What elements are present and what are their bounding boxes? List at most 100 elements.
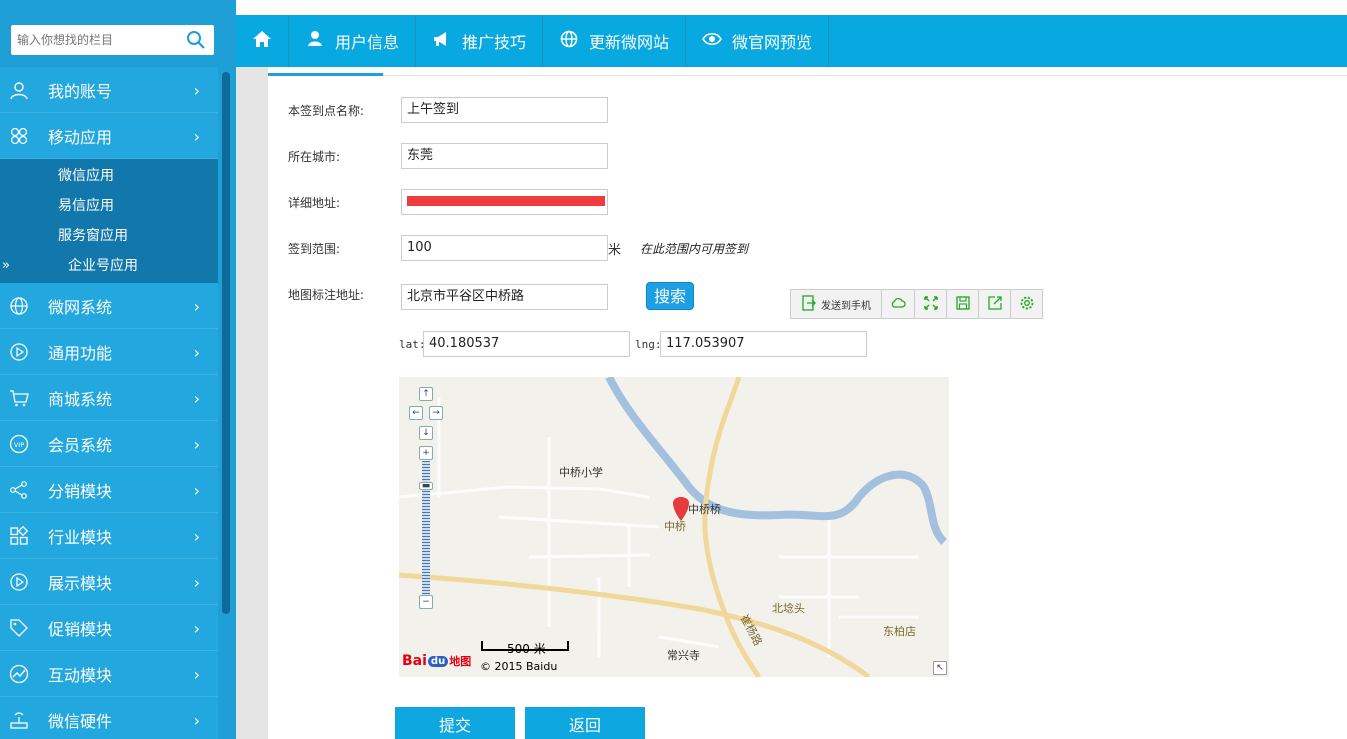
search-icon[interactable]	[186, 30, 206, 50]
main-content: 本签到点名称: 上午签到 所在城市: 东莞 详细地址: 签到范围: 100 米 …	[268, 67, 1347, 739]
lat-input[interactable]: 40.180537	[423, 331, 630, 357]
sidebar-search	[11, 25, 214, 55]
blocks-icon	[0, 525, 38, 546]
trend-icon	[0, 664, 38, 684]
fullscreen-button[interactable]	[915, 290, 947, 318]
sidebar-item-display[interactable]: 展示模块 ›	[0, 559, 218, 605]
submenu-item-wechat[interactable]: 微信应用	[0, 161, 218, 191]
active-tab-indicator	[268, 73, 383, 76]
map-address-label: 地图标注地址:	[288, 288, 365, 302]
submit-button[interactable]: 提交	[395, 707, 515, 739]
router-icon	[0, 710, 38, 730]
save-icon	[955, 295, 971, 314]
export-button[interactable]	[979, 290, 1011, 318]
city-input[interactable]: 东莞	[401, 143, 608, 169]
chevron-right-icon: ›	[193, 665, 200, 684]
map-view[interactable]: 中桥小学 中桥桥 中桥 北埝头 东柏店 常兴寺 崔杨路 ↑ ← → ↓ + ▬ …	[399, 377, 949, 677]
submenu-item-enterprise[interactable]: » 企业号应用	[0, 251, 218, 281]
sidebar-item-shop[interactable]: 商城系统 ›	[0, 375, 218, 421]
map-expand-icon[interactable]: ↖	[933, 661, 947, 675]
pan-up-button[interactable]: ↑	[419, 387, 433, 401]
share-toolbar: 发送到手机	[790, 289, 1043, 319]
sidebar-item-distribution[interactable]: 分销模块 ›	[0, 467, 218, 513]
range-hint: 在此范围内可用签到	[640, 242, 749, 256]
map-label-dongbai: 东柏店	[883, 625, 916, 638]
sidebar-item-label: 微网系统	[48, 297, 113, 317]
tab-promotion-tips[interactable]: 推广技巧	[416, 15, 544, 67]
eye-icon	[702, 29, 732, 53]
tab-label: 用户信息	[335, 33, 400, 52]
range-input[interactable]: 100	[401, 235, 608, 261]
range-label: 签到范围:	[288, 242, 341, 256]
tab-label: 推广技巧	[462, 33, 527, 52]
lat-label: lat:	[399, 338, 426, 351]
send-to-phone-button[interactable]: 发送到手机	[791, 290, 882, 318]
tab-label: 微官网预览	[732, 33, 813, 52]
pan-down-button[interactable]: ↓	[419, 426, 433, 440]
zoom-slider-handle[interactable]: ▬	[419, 482, 433, 491]
lng-input[interactable]: 117.053907	[660, 331, 867, 357]
home-button[interactable]	[236, 15, 289, 67]
gear-icon	[1019, 295, 1035, 314]
sidebar-item-promotion[interactable]: 促销模块 ›	[0, 605, 218, 651]
pan-left-button[interactable]: ←	[409, 406, 423, 420]
user-icon	[0, 80, 38, 100]
pan-right-button[interactable]: →	[429, 406, 443, 420]
megaphone-icon	[432, 29, 462, 53]
submenu-item-label: 企业号应用	[68, 258, 138, 274]
tag-icon	[0, 618, 38, 638]
map-address-input[interactable]: 北京市平谷区中桥路	[401, 284, 608, 310]
name-input[interactable]: 上午签到	[401, 97, 608, 123]
zoom-out-button[interactable]: −	[419, 595, 433, 609]
sidebar-item-label: 会员系统	[48, 435, 113, 455]
sidebar-item-interaction[interactable]: 互动模块 ›	[0, 651, 218, 697]
sidebar-item-label: 分销模块	[48, 481, 113, 501]
sidebar-item-label: 促销模块	[48, 619, 113, 639]
map-label-beitai: 北埝头	[772, 602, 805, 615]
tab-user-info[interactable]: 用户信息	[289, 15, 417, 67]
sidebar-item-hardware[interactable]: 微信硬件 ›	[0, 697, 218, 739]
content-gutter	[236, 67, 268, 739]
baidu-logo: Bai du 地图	[402, 653, 472, 669]
sidebar-item-common[interactable]: 通用功能 ›	[0, 329, 218, 375]
back-button[interactable]: 返回	[525, 707, 645, 739]
cloud-button[interactable]	[882, 290, 915, 318]
top-nav: 用户信息 推广技巧 更新微网站 微官网预览	[236, 15, 1347, 67]
tab-preview-site[interactable]: 微官网预览	[686, 15, 830, 67]
submenu-item-service-window[interactable]: 服务窗应用	[0, 221, 218, 251]
chevron-right-icon: ›	[193, 435, 200, 454]
sidebar-menu: 我的账号 › 移动应用 › 微信应用 易信应用 服务窗应用 » 企业号应用 微网…	[0, 67, 218, 739]
map-label-school: 中桥小学	[559, 466, 603, 479]
sidebar-item-member[interactable]: VIP 会员系统 ›	[0, 421, 218, 467]
send-icon	[801, 294, 817, 314]
sidebar-item-mobile-apps[interactable]: 移动应用 ›	[0, 113, 218, 159]
sidebar-item-label: 微信硬件	[48, 711, 113, 731]
settings-button[interactable]	[1011, 290, 1042, 318]
map-copyright: © 2015 Baidu	[480, 660, 558, 673]
submenu-mobile-apps: 微信应用 易信应用 服务窗应用 » 企业号应用	[0, 159, 218, 283]
cart-icon	[0, 388, 38, 408]
name-label: 本签到点名称:	[288, 104, 365, 118]
chevron-right-icon: ›	[193, 573, 200, 592]
vip-icon: VIP	[0, 434, 38, 454]
zoom-in-button[interactable]: +	[419, 446, 433, 460]
globe-icon	[0, 296, 38, 316]
address-input[interactable]	[401, 189, 608, 215]
submenu-item-yixin[interactable]: 易信应用	[0, 191, 218, 221]
sidebar-item-industry[interactable]: 行业模块 ›	[0, 513, 218, 559]
sidebar-item-label: 通用功能	[48, 343, 113, 363]
sidebar-item-my-account[interactable]: 我的账号 ›	[0, 67, 218, 113]
sidebar-scrollbar[interactable]	[222, 72, 230, 614]
search-input[interactable]	[11, 25, 181, 55]
cloud-icon	[890, 295, 906, 314]
sidebar-item-label: 移动应用	[48, 127, 113, 147]
sidebar-item-label: 互动模块	[48, 665, 113, 685]
export-icon	[987, 295, 1003, 314]
address-label: 详细地址:	[288, 196, 341, 210]
expand-icon	[923, 295, 939, 314]
sidebar-item-microsite[interactable]: 微网系统 ›	[0, 283, 218, 329]
tab-update-microsite[interactable]: 更新微网站	[543, 15, 687, 67]
save-button[interactable]	[947, 290, 979, 318]
double-chevron-icon: »	[2, 258, 10, 273]
search-button[interactable]: 搜索	[646, 282, 694, 310]
